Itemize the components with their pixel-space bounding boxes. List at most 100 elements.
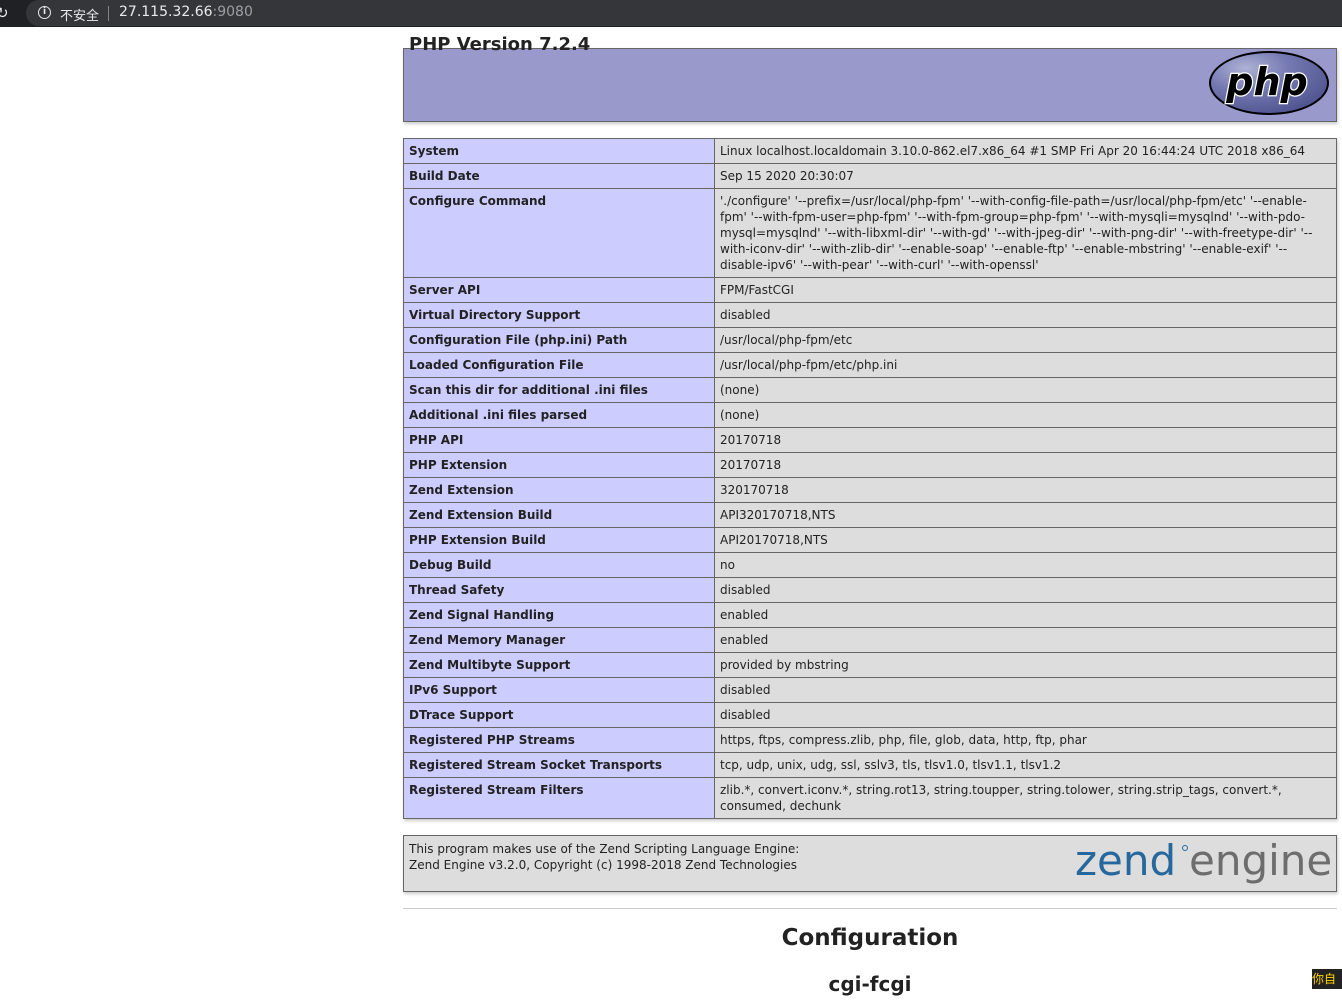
zend-logo-word: zend xyxy=(1075,839,1176,885)
version-header: php PHP Version 7.2.4 xyxy=(403,34,1337,122)
info-value: disabled xyxy=(714,677,1337,703)
info-row: PHP API 20170718 xyxy=(403,427,1337,453)
info-row: Zend Multibyte Support provided by mbstri… xyxy=(403,652,1337,678)
info-value: (none) xyxy=(714,377,1337,403)
info-value: https, ftps, compress.zlib, php, file, g… xyxy=(714,727,1337,753)
phpinfo-content: php PHP Version 7.2.4 System Linux localh… xyxy=(403,34,1337,892)
info-key: PHP API xyxy=(403,427,715,453)
zend-credits-line2: Zend Engine v3.2.0, Copyright (c) 1998-2… xyxy=(409,858,798,872)
info-value: 20170718 xyxy=(714,452,1337,478)
url-port: :9080 xyxy=(212,4,253,20)
info-key: IPv6 Support xyxy=(403,677,715,703)
info-table: System Linux localhost.localdomain 3.10.0… xyxy=(403,138,1337,819)
engine-logo-word: engine xyxy=(1189,839,1331,885)
info-key: Registered PHP Streams xyxy=(403,727,715,753)
info-value: disabled xyxy=(714,577,1337,603)
info-value: FPM/FastCGI xyxy=(714,277,1337,303)
info-row: Virtual Directory Support disabled xyxy=(403,302,1337,328)
address-bar[interactable]: i 不安全 27.115.32.66:9080 xyxy=(26,0,1342,26)
info-row: Server API FPM/FastCGI xyxy=(403,277,1337,303)
info-value: enabled xyxy=(714,627,1337,653)
info-icon[interactable]: i xyxy=(38,6,51,19)
info-value: tcp, udp, unix, udg, ssl, sslv3, tls, tl… xyxy=(714,752,1337,778)
info-row: Registered Stream Socket Transports tcp, … xyxy=(403,752,1337,778)
info-value: Sep 15 2020 20:30:07 xyxy=(714,163,1337,189)
info-row: Registered PHP Streams https, ftps, compr… xyxy=(403,727,1337,753)
info-value: (none) xyxy=(714,402,1337,428)
info-value: disabled xyxy=(714,302,1337,328)
info-row: Configure Command './configure' '--prefix… xyxy=(403,188,1337,278)
info-value: disabled xyxy=(714,702,1337,728)
info-row: Debug Build no xyxy=(403,552,1337,578)
address-separator xyxy=(108,6,109,21)
info-key: Zend Extension Build xyxy=(403,502,715,528)
info-row: IPv6 Support disabled xyxy=(403,677,1337,703)
info-key: Virtual Directory Support xyxy=(403,302,715,328)
info-value: no xyxy=(714,552,1337,578)
info-key: Server API xyxy=(403,277,715,303)
info-value: /usr/local/php-fpm/etc/php.ini xyxy=(714,352,1337,378)
info-value: enabled xyxy=(714,602,1337,628)
browser-toolbar: ↻ i 不安全 27.115.32.66:9080 xyxy=(0,0,1342,27)
info-value: 320170718 xyxy=(714,477,1337,503)
php-logo-icon: php xyxy=(1209,51,1329,115)
info-row: Build Date Sep 15 2020 20:30:07 xyxy=(403,163,1337,189)
info-key: Zend Extension xyxy=(403,477,715,503)
info-row: Zend Memory Manager enabled xyxy=(403,627,1337,653)
overlay-tag[interactable]: 你自 xyxy=(1312,969,1342,989)
module-heading-cgi-fcgi[interactable]: cgi-fcgi xyxy=(403,972,1337,996)
url-text[interactable]: 27.115.32.66:9080 xyxy=(119,4,253,20)
info-row: Thread Safety disabled xyxy=(403,577,1337,603)
info-key: Configure Command xyxy=(403,188,715,278)
info-key: System xyxy=(403,138,715,164)
info-key: Build Date xyxy=(403,163,715,189)
info-row: DTrace Support disabled xyxy=(403,702,1337,728)
info-row: Zend Extension Build API320170718,NTS xyxy=(403,502,1337,528)
info-row: PHP Extension Build API20170718,NTS xyxy=(403,527,1337,553)
info-value: API20170718,NTS xyxy=(714,527,1337,553)
info-value: provided by mbstring xyxy=(714,652,1337,678)
info-key: Debug Build xyxy=(403,552,715,578)
url-host: 27.115.32.66 xyxy=(119,4,213,20)
security-label[interactable]: 不安全 xyxy=(60,5,99,24)
php-logo-link[interactable]: php xyxy=(1207,49,1331,121)
info-row: Scan this dir for additional .ini files(… xyxy=(403,377,1337,403)
info-value: Linux localhost.localdomain 3.10.0-862.e… xyxy=(714,138,1337,164)
zend-credits-line1: This program makes use of the Zend Scrip… xyxy=(409,842,800,856)
info-key: Zend Memory Manager xyxy=(403,627,715,653)
zend-engine-box: This program makes use of the Zend Scrip… xyxy=(403,835,1337,892)
info-row: Additional .ini files parsed (none) xyxy=(403,402,1337,428)
info-key: Thread Safety xyxy=(403,577,715,603)
info-value: zlib.*, convert.iconv.*, string.rot13, s… xyxy=(714,777,1337,819)
info-value: './configure' '--prefix=/usr/local/php-f… xyxy=(714,188,1337,278)
info-key: Loaded Configuration File xyxy=(403,352,715,378)
info-key: Scan this dir for additional .ini files xyxy=(403,377,715,403)
php-logo-text: php xyxy=(1225,60,1307,104)
reload-icon[interactable]: ↻ xyxy=(0,3,10,23)
info-key: Zend Multibyte Support xyxy=(403,652,715,678)
info-row: System Linux localhost.localdomain 3.10.0… xyxy=(403,138,1337,164)
page-title: PHP Version 7.2.4 xyxy=(409,34,591,55)
info-key: Registered Stream Filters xyxy=(403,777,715,819)
section-divider xyxy=(403,908,1337,909)
info-key: PHP Extension xyxy=(403,452,715,478)
info-row: Configuration File (php.ini) Path/usr/lo… xyxy=(403,327,1337,353)
info-key: Additional .ini files parsed xyxy=(403,402,715,428)
configuration-heading: Configuration xyxy=(781,925,959,951)
info-row: Registered Stream Filters zlib.*, convert… xyxy=(403,777,1337,819)
info-value: /usr/local/php-fpm/etc xyxy=(714,327,1337,353)
info-row: Loaded Configuration File/usr/local/php-… xyxy=(403,352,1337,378)
info-value: API320170718,NTS xyxy=(714,502,1337,528)
zend-engine-logo-icon: zend engine xyxy=(1075,836,1332,885)
zend-credits: This program makes use of the Zend Scrip… xyxy=(409,841,799,873)
info-row: PHP Extension 20170718 xyxy=(403,452,1337,478)
info-row: Zend Extension 320170718 xyxy=(403,477,1337,503)
info-key: Configuration File (php.ini) Path xyxy=(403,327,715,353)
zend-logo-link[interactable]: zend engine xyxy=(1075,836,1332,893)
info-row: Zend Signal Handling enabled xyxy=(403,602,1337,628)
info-key: Registered Stream Socket Transports xyxy=(403,752,715,778)
info-key: DTrace Support xyxy=(403,702,715,728)
info-key: Zend Signal Handling xyxy=(403,602,715,628)
info-key: PHP Extension Build xyxy=(403,527,715,553)
info-value: 20170718 xyxy=(714,427,1337,453)
